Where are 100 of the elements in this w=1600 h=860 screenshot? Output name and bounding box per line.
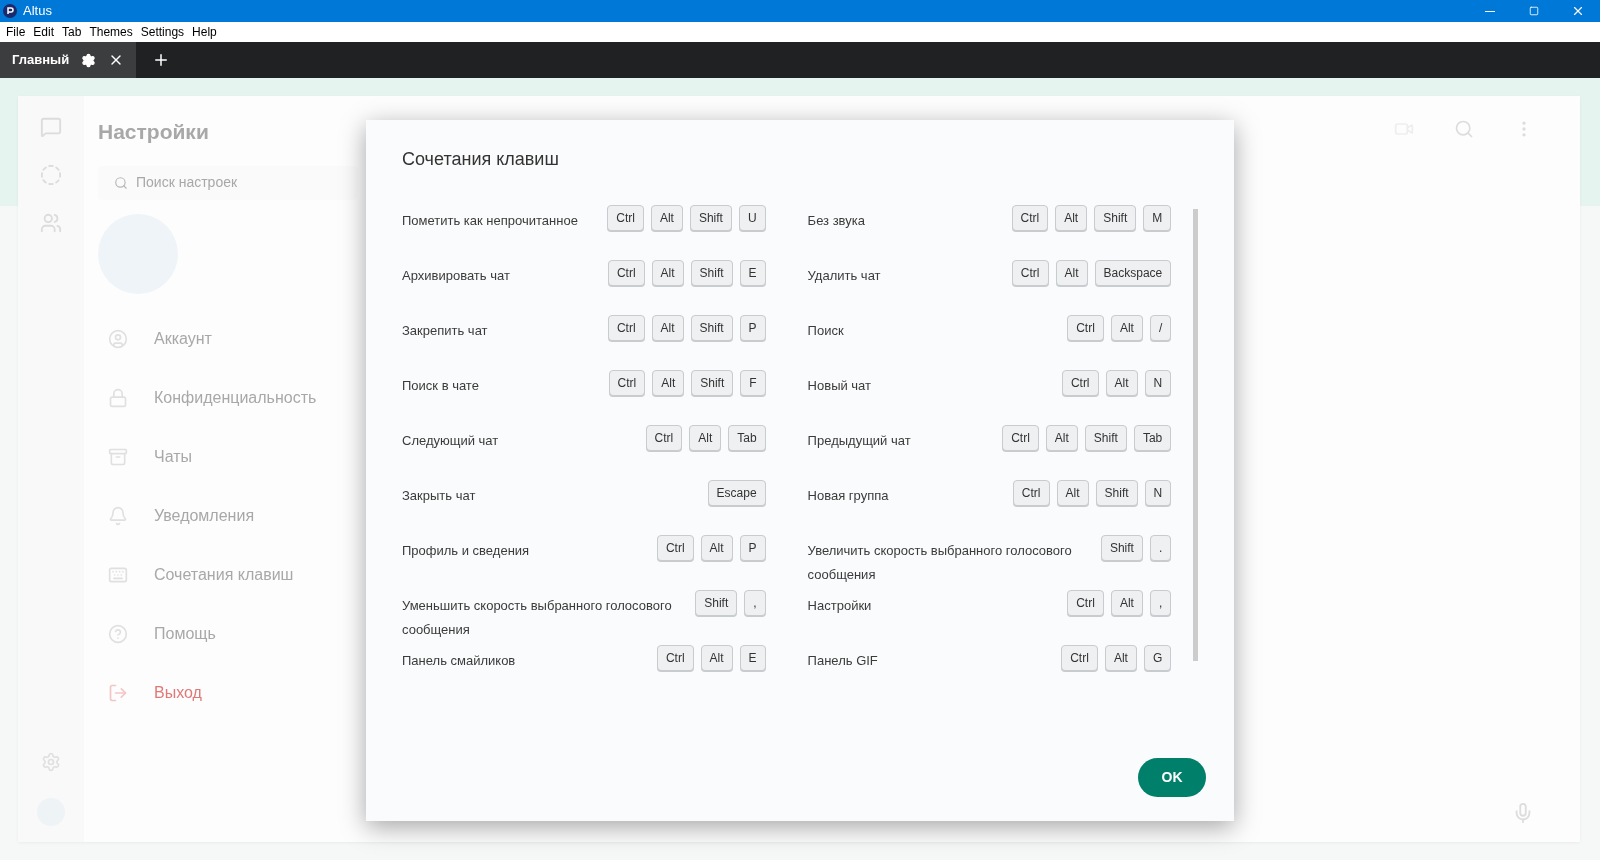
shortcut-label: Пометить как непрочитанное: [402, 213, 578, 228]
shortcut-label: Предыдущий чат: [807, 433, 911, 448]
menu-item[interactable]: Tab: [58, 23, 86, 41]
status-icon[interactable]: [40, 164, 62, 186]
key-cap: /: [1149, 315, 1172, 341]
shortcut-label: Поиск: [807, 323, 844, 338]
help-icon: [108, 624, 128, 644]
shortcut-label: Закрыть чат: [402, 488, 476, 503]
menu-item[interactable]: Help: [188, 23, 221, 41]
key-cap: U: [738, 205, 766, 231]
key-cap: M: [1143, 205, 1172, 231]
key-cap: Alt: [1055, 205, 1088, 231]
key-cap: Shift: [689, 205, 732, 231]
maximize-icon: [1529, 6, 1539, 16]
logout-icon: [108, 683, 128, 703]
shortcut-label: Следующий чат: [402, 433, 499, 448]
key-cap: Shift: [690, 260, 733, 286]
close-icon: [1571, 4, 1585, 18]
search-input[interactable]: Поиск настроек: [136, 172, 336, 193]
key-cap: Backspace: [1094, 260, 1172, 286]
key-cap: Ctrl: [1067, 590, 1104, 616]
key-cap: E: [739, 260, 766, 286]
shortcut-label: Новый чат: [807, 378, 872, 393]
key-cap: Shift: [690, 315, 733, 341]
shortcut-label: Панель смайликов: [402, 653, 516, 668]
key-cap: N: [1144, 480, 1172, 506]
menu-item[interactable]: Themes: [85, 23, 137, 41]
key-cap: Ctrl: [656, 535, 694, 561]
key-cap: Ctrl: [1011, 205, 1049, 231]
key-cap: Shift: [691, 370, 734, 396]
key-cap: Shift: [695, 590, 738, 616]
key-cap: ,: [1149, 590, 1172, 616]
key-cap: Alt: [1055, 260, 1088, 286]
user-circle-icon: [108, 329, 128, 349]
menu-item[interactable]: Edit: [29, 23, 59, 41]
shortcut-label: Без звука: [807, 213, 865, 228]
key-cap: Tab: [1133, 425, 1172, 451]
keyboard-icon: [108, 565, 128, 585]
key-cap: Alt: [652, 370, 685, 396]
key-cap: Shift: [1100, 535, 1143, 561]
lock-icon: [108, 388, 128, 408]
key-cap: Alt: [1045, 425, 1078, 451]
key-cap: F: [740, 370, 766, 396]
dialog-title: Сочетания клавиш: [402, 148, 560, 171]
menu-item[interactable]: Settings: [136, 23, 189, 41]
key-cap: Ctrl: [608, 370, 646, 396]
key-cap: Ctrl: [1061, 645, 1098, 671]
key-cap: ,: [744, 590, 766, 616]
key-cap: Alt: [700, 535, 733, 561]
bell-icon: [108, 506, 128, 526]
key-cap: Ctrl: [1012, 480, 1050, 506]
tab[interactable]: Главный: [0, 42, 137, 78]
key-cap: Ctrl: [1011, 260, 1049, 286]
key-cap: Ctrl: [607, 260, 645, 286]
key-cap: Tab: [728, 425, 766, 451]
shortcut-label: Архивировать чат: [402, 268, 510, 283]
shortcut-label: Профиль и сведения: [402, 543, 530, 558]
shortcut-label: Увеличить скорость выбранного голосового сообщения: [807, 543, 1072, 582]
group-icon[interactable]: [40, 212, 62, 234]
settings-icon[interactable]: [81, 52, 97, 68]
search-icon[interactable]: [1454, 119, 1474, 139]
minimize-icon: [1485, 10, 1495, 12]
menu-item[interactable]: File: [2, 23, 30, 41]
key-cap: Ctrl: [1002, 425, 1039, 451]
key-cap: Ctrl: [656, 645, 694, 671]
key-cap: Alt: [651, 260, 684, 286]
shortcut-label: Уменьшить скорость выбранного голосового сообщения: [402, 598, 672, 637]
key-cap: P: [739, 315, 766, 341]
shortcut-label: Настройки: [807, 598, 872, 613]
key-cap: Shift: [1095, 480, 1138, 506]
key-cap: Alt: [1104, 645, 1137, 671]
key-cap: Alt: [1105, 370, 1138, 396]
key-cap: Shift: [1094, 205, 1137, 231]
key-cap: P: [739, 535, 766, 561]
window-title: Altus: [23, 2, 52, 21]
settings-menu-item[interactable]: Выход: [98, 663, 384, 723]
key-cap: Ctrl: [1067, 315, 1104, 341]
key-cap: Alt: [650, 205, 683, 231]
search-icon: [114, 175, 128, 190]
key-cap: Ctrl: [1061, 370, 1099, 396]
shortcut-label: Новая группа: [807, 488, 889, 503]
key-cap: Alt: [1110, 315, 1143, 341]
key-cap: Alt: [700, 645, 733, 671]
key-cap: Escape: [707, 480, 766, 506]
key-cap: G: [1143, 645, 1172, 671]
key-cap: Alt: [651, 315, 684, 341]
app-logo-icon: [3, 4, 17, 18]
key-cap: Alt: [1110, 590, 1143, 616]
key-cap: Alt: [689, 425, 722, 451]
settings-title: Настройки: [98, 119, 210, 145]
shortcut-label: Удалить чат: [807, 268, 881, 283]
shortcut-label: Поиск в чате: [402, 378, 479, 393]
key-cap: Ctrl: [607, 315, 645, 341]
shortcut-label: Закрепить чат: [402, 323, 488, 338]
ok-button[interactable]: OK: [1138, 758, 1206, 797]
key-cap: N: [1144, 370, 1172, 396]
chat-icon[interactable]: [40, 116, 62, 138]
key-cap: .: [1149, 535, 1172, 561]
archive-icon: [108, 447, 128, 467]
key-cap: Alt: [1056, 480, 1089, 506]
